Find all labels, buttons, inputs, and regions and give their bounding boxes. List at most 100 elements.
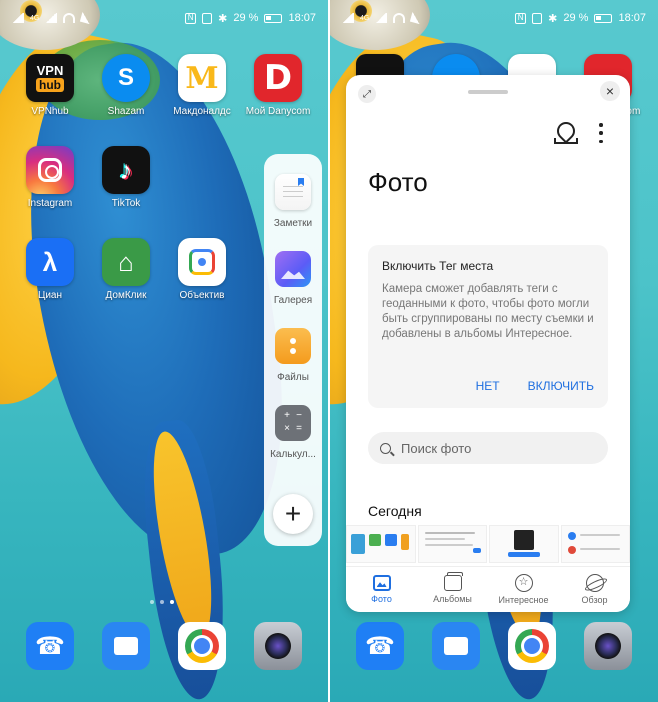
battery-percent: 29 % — [563, 12, 589, 24]
nfc-icon: N — [185, 12, 197, 24]
signal-icon — [12, 13, 24, 23]
app-label: Мой Danycom — [245, 106, 311, 117]
tab-photos[interactable]: Фото — [346, 567, 417, 612]
location-pin-icon[interactable] — [554, 122, 578, 144]
enable-button[interactable]: ВКЛЮЧИТЬ — [528, 379, 594, 393]
sidebar-item-notes[interactable]: Заметки — [264, 174, 322, 251]
app-tiktok[interactable]: ♪ TikTok — [90, 146, 162, 209]
app-label: Shazam — [107, 106, 145, 117]
app-danycom[interactable]: D Мой Danycom — [242, 54, 314, 117]
messages-icon[interactable] — [102, 622, 150, 670]
tab-label: Обзор — [581, 595, 608, 605]
home-screen-right: 4G N ✱ 29 % 18:07 Мой Danycom ⤢ × Фо — [330, 0, 658, 702]
photos-floating-window: ⤢ × Фото Включить Тег места Камера сможе… — [346, 75, 630, 612]
expand-window-icon[interactable]: ⤢ — [358, 85, 376, 103]
camera-icon[interactable] — [254, 622, 302, 670]
battery-icon — [264, 13, 283, 23]
sidebar-item-label: Заметки — [273, 218, 313, 229]
photo-thumbnails — [346, 525, 630, 563]
photo-thumbnail[interactable] — [417, 525, 487, 563]
app-label: Макдоналдс — [173, 106, 231, 117]
camera-icon[interactable] — [584, 622, 632, 670]
more-options-icon[interactable] — [596, 123, 606, 143]
tab-overview[interactable]: Обзор — [559, 567, 630, 612]
wifi-icon — [393, 13, 406, 23]
page-dot — [160, 600, 164, 604]
sidebar-item-files[interactable]: Файлы — [264, 328, 322, 405]
notes-icon — [275, 174, 311, 210]
add-app-button[interactable]: + — [273, 494, 313, 534]
sidebar-item-calculator[interactable]: + − × = Калькул... — [264, 405, 322, 482]
mcdonalds-icon: M — [178, 54, 226, 102]
page-indicator — [150, 600, 174, 604]
window-drag-handle[interactable] — [468, 90, 508, 94]
app-label: Instagram — [27, 198, 73, 209]
tab-label: Альбомы — [433, 594, 472, 604]
smart-sidebar: Заметки Галерея Файлы + − × = Калькул... + — [264, 154, 322, 546]
tab-label: Интересное — [498, 595, 549, 605]
photo-thumbnail[interactable] — [560, 525, 630, 563]
status-bar: 4G N ✱ 29 % 18:07 — [0, 0, 328, 36]
tab-albums[interactable]: Альбомы — [417, 567, 488, 612]
chrome-icon[interactable] — [178, 622, 226, 670]
photo-thumbnail[interactable] — [489, 525, 559, 563]
location-arrow-icon — [410, 11, 423, 25]
bottom-dock — [330, 622, 658, 672]
photo-icon — [372, 575, 391, 591]
discover-icon — [585, 574, 604, 592]
sidebar-item-label: Калькул... — [270, 449, 316, 460]
search-input[interactable]: Поиск фото — [368, 432, 608, 464]
battery-percent: 29 % — [233, 12, 259, 24]
page-dot-active — [170, 600, 174, 604]
page-title: Фото — [368, 167, 428, 197]
search-icon — [380, 442, 391, 454]
app-vpnhub[interactable]: VPN hub VPNhub — [14, 54, 86, 117]
albums-icon — [443, 572, 463, 591]
close-window-button[interactable]: × — [600, 81, 620, 101]
sidebar-item-gallery[interactable]: Галерея — [264, 251, 322, 328]
photo-thumbnail[interactable] — [346, 525, 416, 563]
cian-icon: λ — [26, 238, 74, 286]
network-type: 4G — [360, 14, 370, 22]
shazam-icon: S — [102, 54, 150, 102]
tag-card-body: Камера сможет добавлять теги с геоданным… — [382, 283, 594, 340]
app-label: ДомКлик — [105, 290, 147, 301]
app-label: Объектив — [179, 290, 225, 301]
danycom-icon: D — [254, 54, 302, 102]
instagram-icon — [26, 146, 74, 194]
phone-icon[interactable] — [356, 622, 404, 670]
bluetooth-icon: ✱ — [218, 12, 228, 25]
signal-icon-2 — [45, 13, 58, 23]
bluetooth-icon: ✱ — [548, 12, 558, 25]
files-icon — [275, 328, 311, 364]
location-tag-card: Включить Тег места Камера сможет добавля… — [368, 245, 608, 408]
tab-discover-interesting[interactable]: ☆ Интересное — [488, 567, 559, 612]
tab-label: Фото — [371, 594, 392, 604]
app-google-lens[interactable]: Объектив — [166, 238, 238, 301]
no-button[interactable]: НЕТ — [476, 379, 500, 393]
domclick-icon: ⌂ — [102, 238, 150, 286]
wifi-icon — [63, 13, 76, 23]
status-bar: 4G N ✱ 29 % 18:07 — [330, 0, 658, 36]
calculator-icon: + − × = — [275, 405, 311, 441]
clock: 18:07 — [618, 12, 646, 24]
app-domclick[interactable]: ⌂ ДомКлик — [90, 238, 162, 301]
app-shazam[interactable]: S Shazam — [90, 54, 162, 117]
vibrate-icon — [532, 12, 543, 24]
app-mcdonalds[interactable]: M Макдоналдс — [166, 54, 238, 117]
star-icon: ☆ — [514, 574, 533, 592]
messages-icon[interactable] — [432, 622, 480, 670]
phone-icon[interactable] — [26, 622, 74, 670]
vpnhub-icon-text: VPN — [36, 63, 64, 78]
app-label: VPNhub — [31, 106, 69, 117]
search-placeholder: Поиск фото — [401, 440, 472, 456]
sidebar-item-label: Галерея — [273, 295, 313, 306]
gallery-icon — [275, 251, 311, 287]
page-dot — [150, 600, 154, 604]
signal-icon — [342, 13, 354, 23]
battery-icon — [594, 13, 613, 23]
chrome-icon[interactable] — [508, 622, 556, 670]
vibrate-icon — [202, 12, 213, 24]
app-cian[interactable]: λ Циан — [14, 238, 86, 301]
app-instagram[interactable]: Instagram — [14, 146, 86, 209]
